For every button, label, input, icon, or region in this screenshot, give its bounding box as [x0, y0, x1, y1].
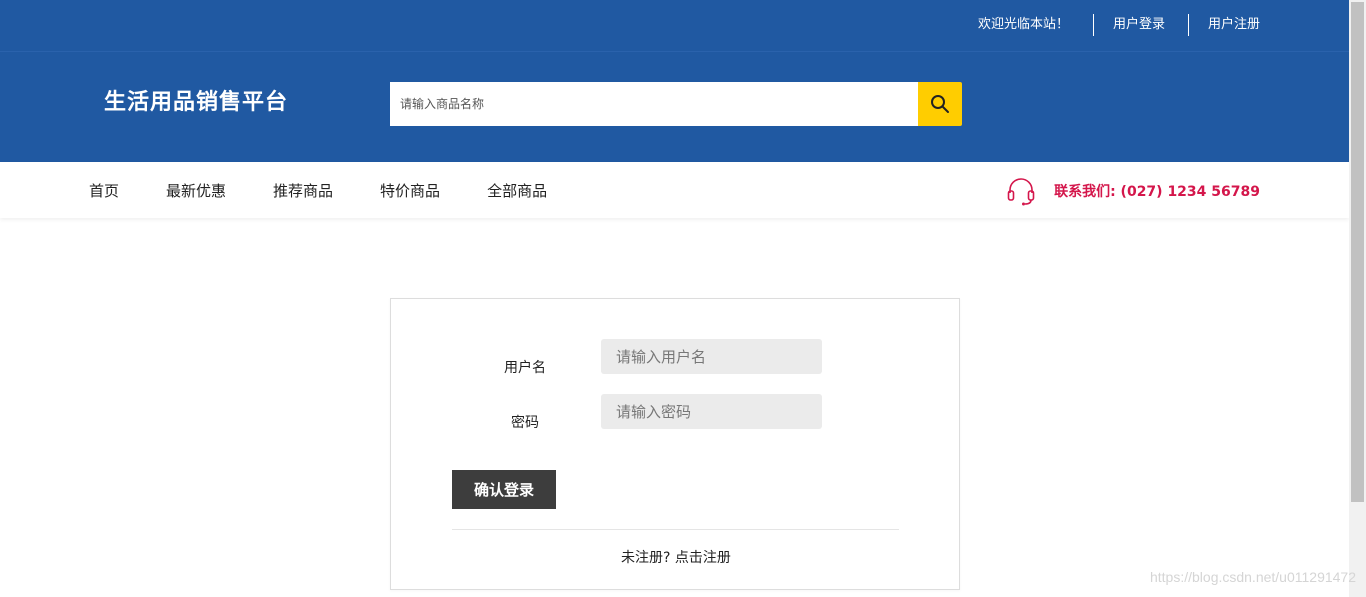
search-icon: [931, 95, 949, 113]
divider: [1187, 14, 1189, 36]
main-nav: 首页 最新优惠 推荐商品 特价商品 全部商品 联系我们: (027) 1234 …: [0, 162, 1349, 218]
form-divider: [452, 529, 899, 530]
site-logo[interactable]: 生活用品销售平台: [104, 84, 288, 116]
top-bar: 欢迎光临本站！ 用户登录 用户注册: [0, 0, 1349, 52]
nav-item-latest-deals[interactable]: 最新优惠: [166, 180, 226, 201]
username-input[interactable]: [601, 339, 822, 374]
login-link[interactable]: 用户登录: [1113, 14, 1165, 36]
search-input[interactable]: [390, 82, 918, 126]
search-bar: [390, 82, 962, 126]
nav-item-all-products[interactable]: 全部商品: [487, 180, 547, 201]
confirm-login-button[interactable]: 确认登录: [452, 470, 556, 509]
header: 生活用品销售平台: [0, 52, 1349, 162]
welcome-text: 欢迎光临本站！: [977, 17, 1069, 32]
top-links: 欢迎光临本站！ 用户登录 用户注册: [978, 14, 1260, 36]
headset-icon: [1007, 178, 1035, 206]
nav-item-special-price[interactable]: 特价商品: [380, 180, 440, 201]
register-link[interactable]: 用户注册: [1208, 14, 1260, 36]
username-label: 用户名: [504, 360, 546, 376]
vertical-scrollbar[interactable]: [1349, 0, 1366, 597]
search-button[interactable]: [918, 82, 962, 126]
nav-menu: 首页 最新优惠 推荐商品 特价商品 全部商品: [89, 162, 594, 218]
nav-item-recommended[interactable]: 推荐商品: [273, 180, 333, 201]
contact-info: 联系我们: (027) 1234 56789: [1006, 176, 1260, 206]
divider: [1092, 14, 1094, 36]
watermark: https://blog.csdn.net/u011291472: [1149, 569, 1356, 585]
contact-phone: 联系我们: (027) 1234 56789: [1054, 184, 1260, 200]
password-label: 密码: [511, 415, 539, 431]
scrollbar-thumb[interactable]: [1351, 2, 1364, 502]
register-link[interactable]: 未注册? 点击注册: [391, 547, 961, 567]
password-input[interactable]: [601, 394, 822, 429]
login-panel: 用户名 密码 确认登录 未注册? 点击注册: [390, 298, 960, 590]
nav-item-home[interactable]: 首页: [89, 180, 119, 201]
